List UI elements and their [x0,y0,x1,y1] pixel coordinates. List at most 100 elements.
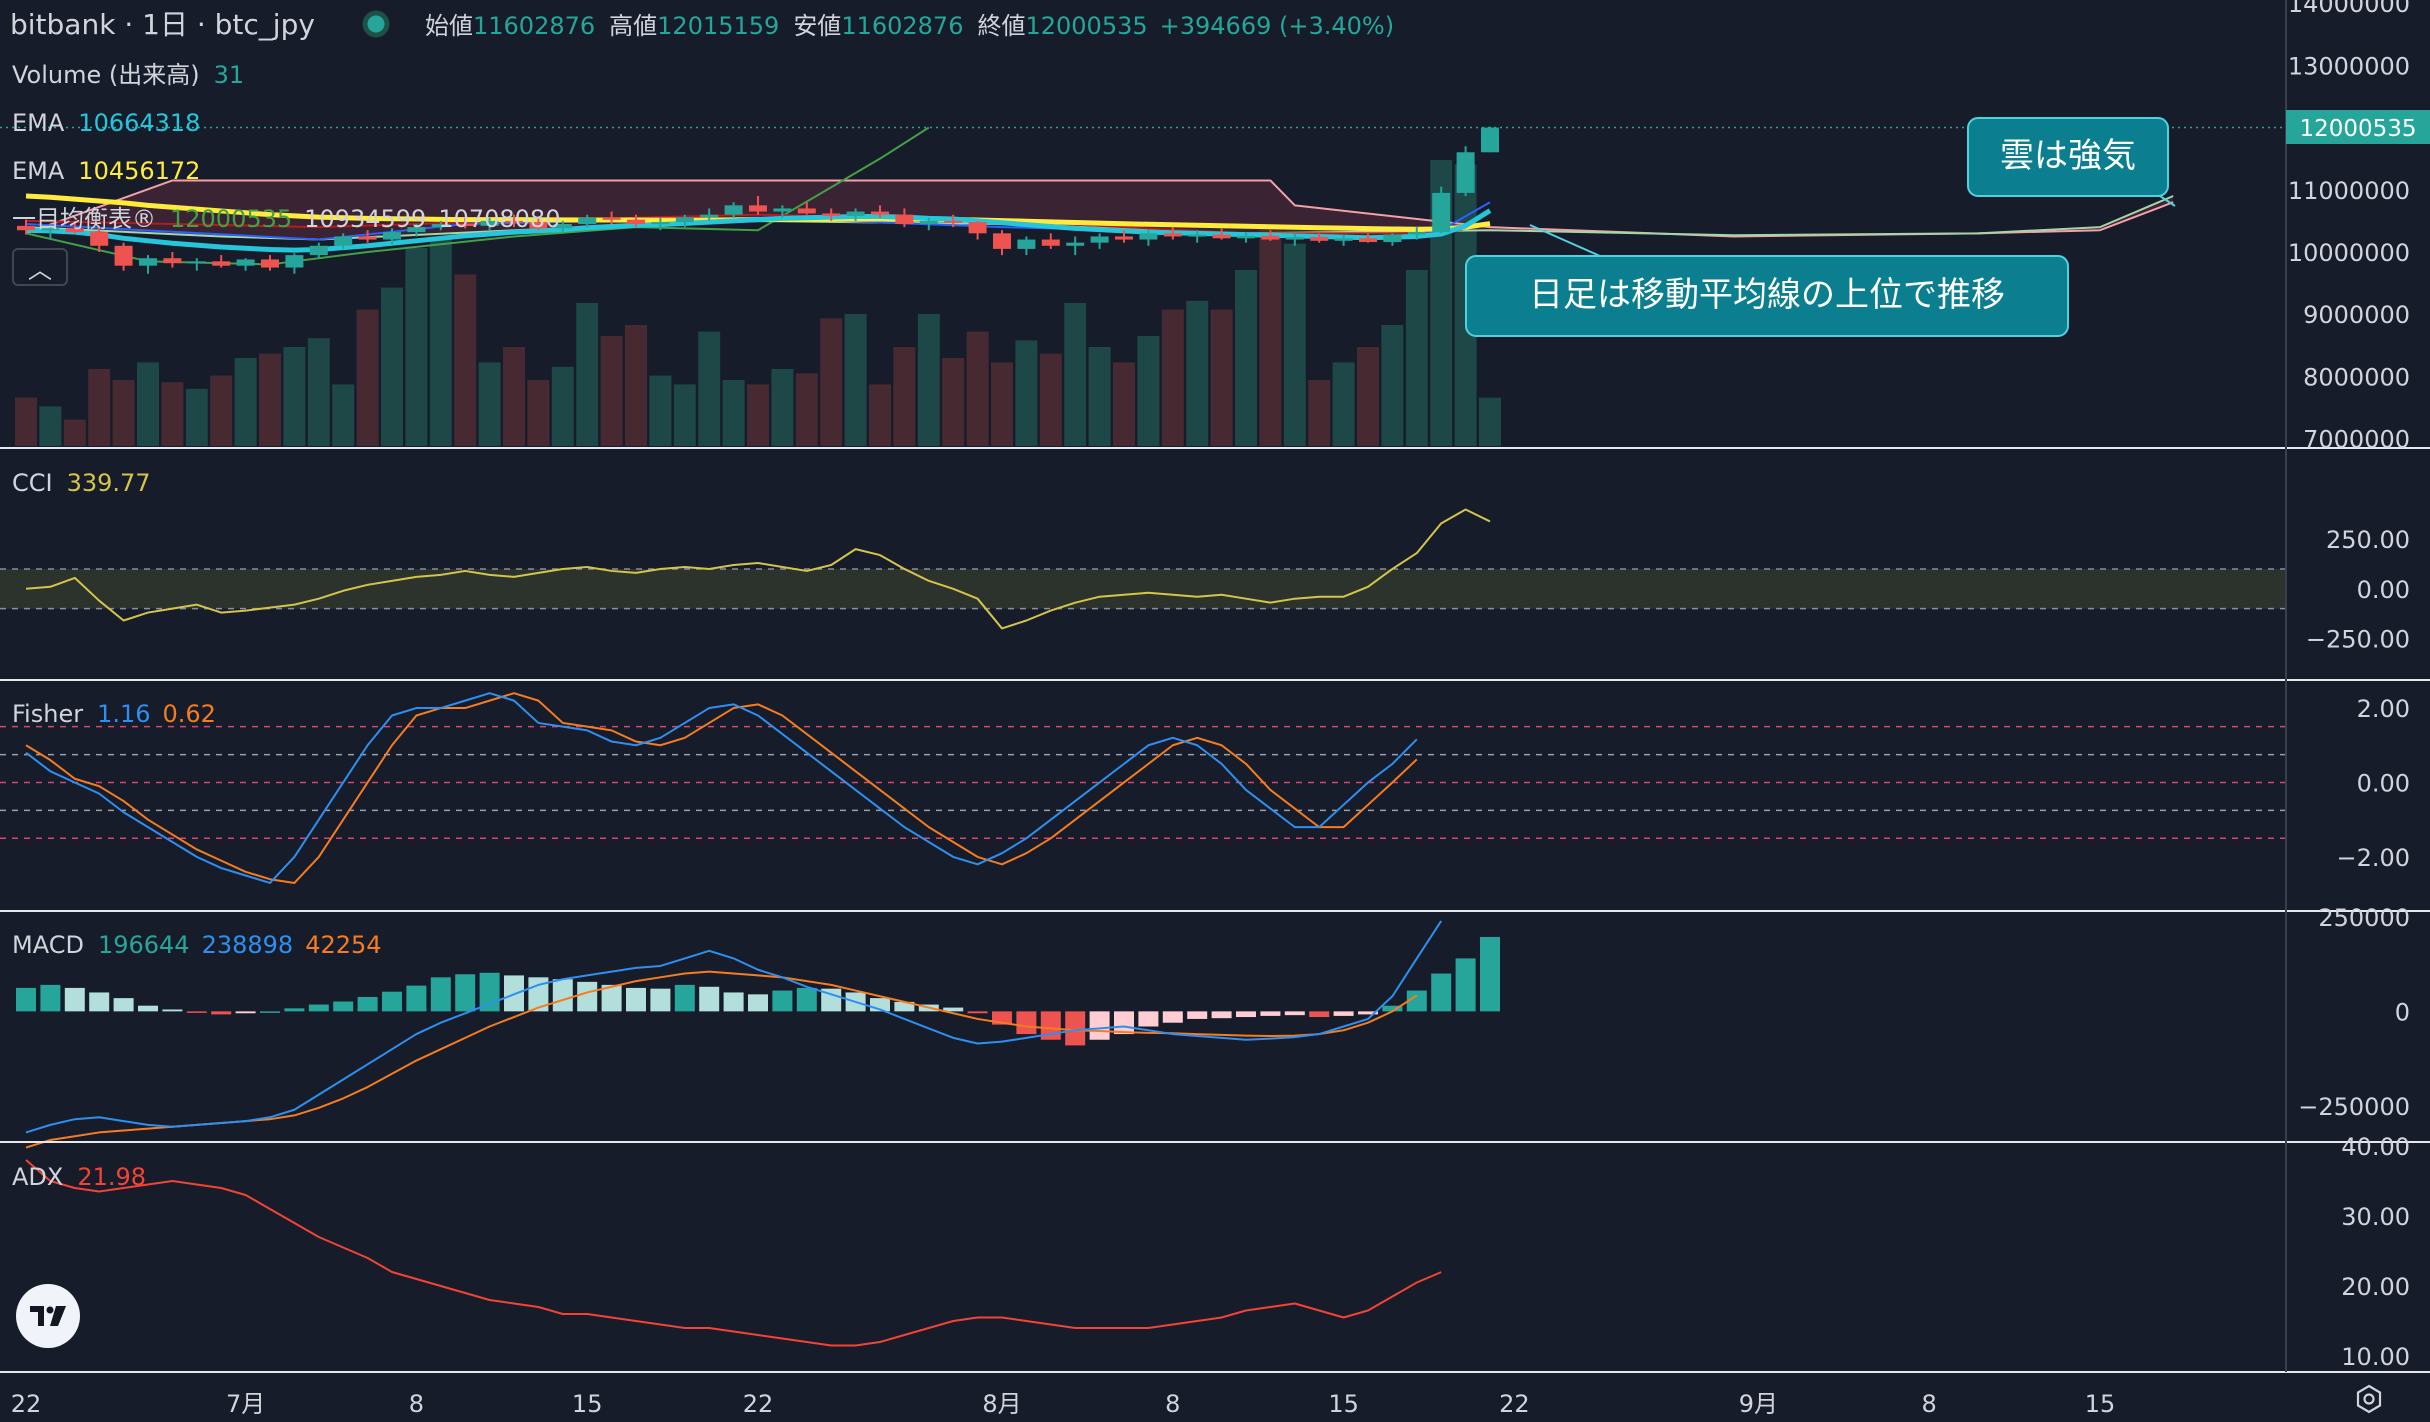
macd-value-2: 238898 [202,931,294,959]
x-tick-label: 15 [572,1390,603,1418]
candle-body [1456,152,1475,193]
candle-body [749,205,767,212]
fisher-tick-label: 0.00 [2357,769,2410,797]
cci-label: CCI [12,469,53,497]
ichimoku-legend[interactable]: 一目均衡表® 12000535 10934599 10708080 [12,205,560,233]
candle-body [968,222,987,234]
volume-bar [673,384,696,446]
ema2-value: 10456172 [78,157,200,185]
macd-histogram-bar [1309,1011,1330,1018]
macd-histogram-bar [308,1004,329,1012]
candle-body [212,261,231,266]
macd-histogram-bar [64,987,85,1012]
volume-bar [63,419,86,446]
candle-body [871,211,889,215]
volume-bar [88,369,111,446]
macd-tick-label: 0 [2395,998,2410,1026]
adx-legend[interactable]: ADX 21.98 [12,1163,146,1191]
candle-body [1090,236,1109,243]
fisher-legend[interactable]: Fisher 1.16 0.62 [12,700,216,728]
candle-body [1261,235,1280,240]
macd-histogram-bar [552,979,573,1012]
volume-bar [210,375,233,446]
macd-histogram-bar [1065,1011,1086,1046]
tradingview-logo-icon[interactable] [16,1284,80,1348]
ichimoku-value-3: 10708080 [438,205,560,233]
candle-body [358,236,377,240]
x-tick-label: 15 [2085,1390,2116,1418]
annotation-kumo[interactable]: 雲は強気 [1967,117,2169,197]
candle-body [993,233,1011,249]
cci-legend[interactable]: CCI 339.77 [12,469,151,497]
ema1-label: EMA [12,109,65,137]
volume-bar [844,314,867,446]
volume-bar [503,347,525,446]
candle-body [1163,233,1182,237]
symbol-title: bitbank · 1日 · btc_jpy [10,8,315,41]
candle-body [236,259,255,266]
volume-bar [1405,270,1428,446]
macd-histogram-bar [967,1011,988,1014]
candle-body [1383,234,1402,243]
cci-band-fill [0,568,2286,609]
candle-body [846,211,865,216]
candle-body [724,205,743,215]
volume-bar [820,318,843,446]
macd-histogram-bar [1260,1011,1281,1016]
fisher-tick-label: 2.00 [2357,695,2410,723]
volume-bar [917,314,940,446]
market-status-icon [362,10,390,38]
candle-body [1432,192,1451,233]
macd-histogram-bar [1138,1011,1159,1027]
ema2-legend[interactable]: EMA 10456172 [12,157,200,185]
fisher-value-2: 0.62 [163,700,216,728]
collapse-legend-button[interactable]: ︿ [12,248,68,286]
volume-bar [576,303,599,446]
price-tick-label: 11000000 [2288,177,2410,205]
volume-bar [722,380,745,446]
fisher-tick-label: −2.00 [2336,844,2410,872]
candle-body [602,217,621,220]
macd-histogram-bar [1114,1011,1134,1035]
candle-body [163,258,182,264]
volume-bar [527,380,550,446]
volume-bar [1113,362,1135,446]
x-tick-label: 9月 [1739,1390,1778,1418]
macd-histogram-bar [1480,936,1500,1012]
macd-histogram-bar [1333,1011,1354,1016]
trading-chart[interactable]: 22 7月 8 15 22 8月 8 15 22 9月 8 15 7000000 8000000 90000… [0,0,2430,1422]
volume-bar [185,388,208,446]
volume-bar [991,362,1013,446]
high-label: 高値 [609,12,657,40]
price-tick-label: 8000000 [2303,363,2410,391]
macd-histogram-bar [748,994,768,1012]
volume-bar [1161,309,1184,446]
chart-settings-icon[interactable] [2352,1382,2386,1416]
volume-bar [15,397,37,446]
macd-histogram-bar [1016,1011,1037,1035]
candle-body [675,217,694,223]
annotation-daily[interactable]: 日足は移動平均線の上位で推移 [1465,255,2069,337]
annotation-kumo-text: 雲は強気 [2000,136,2136,176]
candle-body [285,255,304,268]
candle-body [773,208,792,212]
price-tick-label: 7000000 [2303,426,2410,454]
candle-body [651,222,670,225]
price-tick-label: 9000000 [2303,301,2410,329]
candle-body [1139,233,1158,240]
open-value: 11602876 [473,12,595,40]
macd-histogram-bar [382,991,402,1012]
macd-histogram-bar [235,1011,256,1014]
candle-body [309,245,328,256]
open-label: 始値 [425,12,473,40]
macd-histogram-bar [1162,1011,1183,1023]
volume-bar [137,362,159,446]
macd-tick-label: 250000 [2318,904,2410,932]
macd-histogram-bar [796,987,817,1012]
ema1-legend[interactable]: EMA 10664318 [12,109,200,137]
volume-bar [600,336,623,446]
candle-body [187,261,206,264]
change-value: +394669 (+3.40%) [1160,12,1394,40]
volume-bar [869,384,891,446]
ohlc-readout: 始値11602876 高値12015159 安値11602876 終値12000535… [425,12,1394,40]
